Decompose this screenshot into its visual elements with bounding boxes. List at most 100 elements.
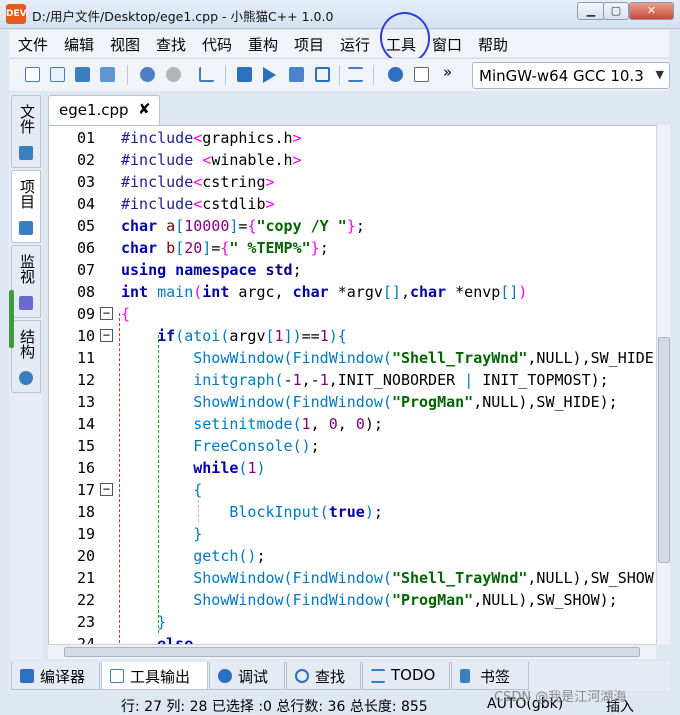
tab-label: TODO — [391, 666, 436, 684]
tab-label: 调试 — [238, 668, 269, 686]
save-all-icon[interactable] — [100, 67, 115, 82]
code-editor[interactable]: 01 #include<graphics.h> 02 #include <winabl… — [48, 125, 670, 645]
code-line[interactable]: 20 getch(); — [49, 545, 669, 567]
save-icon[interactable] — [75, 67, 90, 82]
menu-window[interactable]: 窗口 — [432, 34, 462, 55]
menu-code[interactable]: 代码 — [202, 34, 232, 55]
compile-run-icon[interactable] — [289, 67, 304, 82]
rebuild-icon[interactable] — [315, 67, 330, 82]
code-text: char b[20]={" %TEMP%"}; — [121, 239, 329, 257]
horizontal-scrollbar-thumb[interactable] — [64, 647, 640, 657]
code-text: if(atoi(argv[1])==1){ — [157, 327, 347, 345]
line-number: 04 — [76, 195, 95, 213]
code-line[interactable]: 08 int main(int argc, char *argv[],char *… — [49, 281, 669, 303]
line-number: 08 — [76, 283, 95, 301]
code-line[interactable]: 05 char a[10000]={"copy /Y "}; — [49, 215, 669, 237]
line-number: 11 — [76, 349, 95, 367]
menu-view[interactable]: 视图 — [110, 34, 140, 55]
tab-find[interactable]: 查找 — [286, 662, 361, 690]
menu-file[interactable]: 文件 — [18, 34, 48, 55]
side-tab-label: 文件 — [18, 104, 36, 134]
menu-edit[interactable]: 编辑 — [64, 34, 94, 55]
title-bar: DEV D:/用户文件/Desktop/ege1.cpp - 小熊猫C++ 1.… — [0, 0, 680, 29]
code-line[interactable]: 02 #include <winable.h> — [49, 149, 669, 171]
code-line[interactable]: 19 } — [49, 523, 669, 545]
code-line[interactable]: 14 setinitmode(1, 0, 0); — [49, 413, 669, 435]
code-line[interactable]: 13 ShowWindow(FindWindow("ProgMan",NULL)… — [49, 391, 669, 413]
code-line[interactable]: 17− { — [49, 479, 669, 501]
menu-refactor[interactable]: 重构 — [248, 34, 278, 55]
code-line[interactable]: 21 ShowWindow(FindWindow("Shell_TrayWnd"… — [49, 567, 669, 589]
code-line[interactable]: 15 FreeConsole(); — [49, 435, 669, 457]
compiler-select[interactable]: MinGW-w64 GCC 10.3.0 ▼ — [472, 62, 670, 89]
code-text: getch(); — [193, 547, 266, 565]
tab-compiler[interactable]: 编译器 — [11, 662, 100, 690]
structure-icon — [19, 371, 33, 385]
vertical-scrollbar-thumb[interactable] — [658, 337, 670, 563]
side-tab-project[interactable]: 项目 — [11, 170, 41, 243]
fold-toggle-icon[interactable]: − — [100, 329, 113, 342]
tab-ege1-cpp[interactable]: ege1.cpp ✘ — [48, 95, 160, 125]
horizontal-scrollbar[interactable] — [48, 644, 656, 659]
code-line[interactable]: 03 #include<cstring> — [49, 171, 669, 193]
code-line[interactable]: 10− if(atoi(argv[1])==1){ — [49, 325, 669, 347]
tab-debug[interactable]: 调试 — [209, 662, 285, 690]
format-icon[interactable] — [199, 67, 214, 82]
side-tab-structure[interactable]: 结构 — [11, 320, 41, 393]
tab-tool-output[interactable]: 工具输出 — [101, 662, 208, 690]
open-file-icon[interactable] — [50, 67, 65, 82]
code-line[interactable]: 23 } — [49, 611, 669, 633]
code-line[interactable]: 09−{ — [49, 303, 669, 325]
code-line[interactable]: 22 ShowWindow(FindWindow("ProgMan",NULL)… — [49, 589, 669, 611]
close-window-button[interactable]: ✕ — [629, 2, 674, 20]
code-line[interactable]: 11 ShowWindow(FindWindow("Shell_TrayWnd"… — [49, 347, 669, 369]
maximize-button[interactable]: ▢ — [603, 2, 629, 20]
line-number: 23 — [76, 613, 95, 631]
side-tab-files[interactable]: 文件 — [11, 95, 41, 168]
code-line[interactable]: 07 using namespace std; — [49, 259, 669, 281]
compile-icon[interactable] — [237, 67, 252, 82]
line-number: 12 — [76, 371, 95, 389]
menu-help[interactable]: 帮助 — [478, 34, 508, 55]
side-tab-label: 结构 — [18, 329, 36, 359]
options-icon[interactable] — [348, 67, 363, 82]
run-icon[interactable] — [263, 67, 276, 83]
code-line[interactable]: 04 #include<cstdlib> — [49, 193, 669, 215]
menu-find[interactable]: 查找 — [156, 34, 186, 55]
code-line[interactable]: 01 #include<graphics.h> — [49, 127, 669, 149]
side-tab-label: 监视 — [18, 254, 36, 284]
code-text: int main(int argc, char *argv[],char *en… — [121, 283, 528, 301]
side-tab-label: 项目 — [18, 179, 36, 209]
code-line[interactable]: 18 BlockInput(true); — [49, 501, 669, 523]
code-line[interactable]: 06 char b[20]={" %TEMP%"}; — [49, 237, 669, 259]
code-text: { — [193, 481, 203, 499]
line-number: 07 — [76, 261, 95, 279]
line-number: 16 — [76, 459, 95, 477]
document-icon[interactable] — [414, 67, 429, 82]
toolbar: » MinGW-w64 GCC 10.3.0 ▼ — [9, 58, 670, 91]
tab-label: 编译器 — [40, 668, 86, 686]
side-tab-watch[interactable]: 监视 — [11, 245, 41, 318]
bookmark-icon — [460, 669, 470, 683]
toolbar-separator — [127, 65, 128, 85]
debug-icon[interactable] — [388, 67, 403, 82]
code-text: #include<cstdlib> — [121, 195, 275, 213]
back-icon[interactable] — [140, 67, 155, 82]
vertical-scrollbar[interactable] — [656, 125, 670, 645]
minimize-button[interactable]: ▁ — [577, 2, 605, 20]
line-number: 14 — [76, 415, 95, 433]
panel-splitter-handle[interactable] — [9, 290, 14, 348]
fold-toggle-icon[interactable]: − — [100, 483, 113, 496]
menu-project[interactable]: 项目 — [294, 34, 324, 55]
code-line[interactable]: 12 initgraph(-1,-1,INIT_NOBORDER | INIT_… — [49, 369, 669, 391]
code-line[interactable]: 16 while(1) — [49, 457, 669, 479]
app-logo-icon: DEV — [6, 4, 27, 24]
menu-run[interactable]: 运行 — [340, 34, 370, 55]
fold-toggle-icon[interactable]: − — [100, 307, 113, 320]
toolbar-overflow-icon[interactable]: » — [443, 63, 452, 81]
close-icon[interactable]: ✘ — [138, 100, 151, 118]
menu-bar: 文件 编辑 视图 查找 代码 重构 项目 运行 工具 窗口 帮助 — [9, 30, 669, 57]
tab-todo[interactable]: TODO — [362, 662, 450, 690]
forward-icon[interactable] — [166, 67, 181, 82]
new-file-icon[interactable] — [25, 67, 40, 82]
